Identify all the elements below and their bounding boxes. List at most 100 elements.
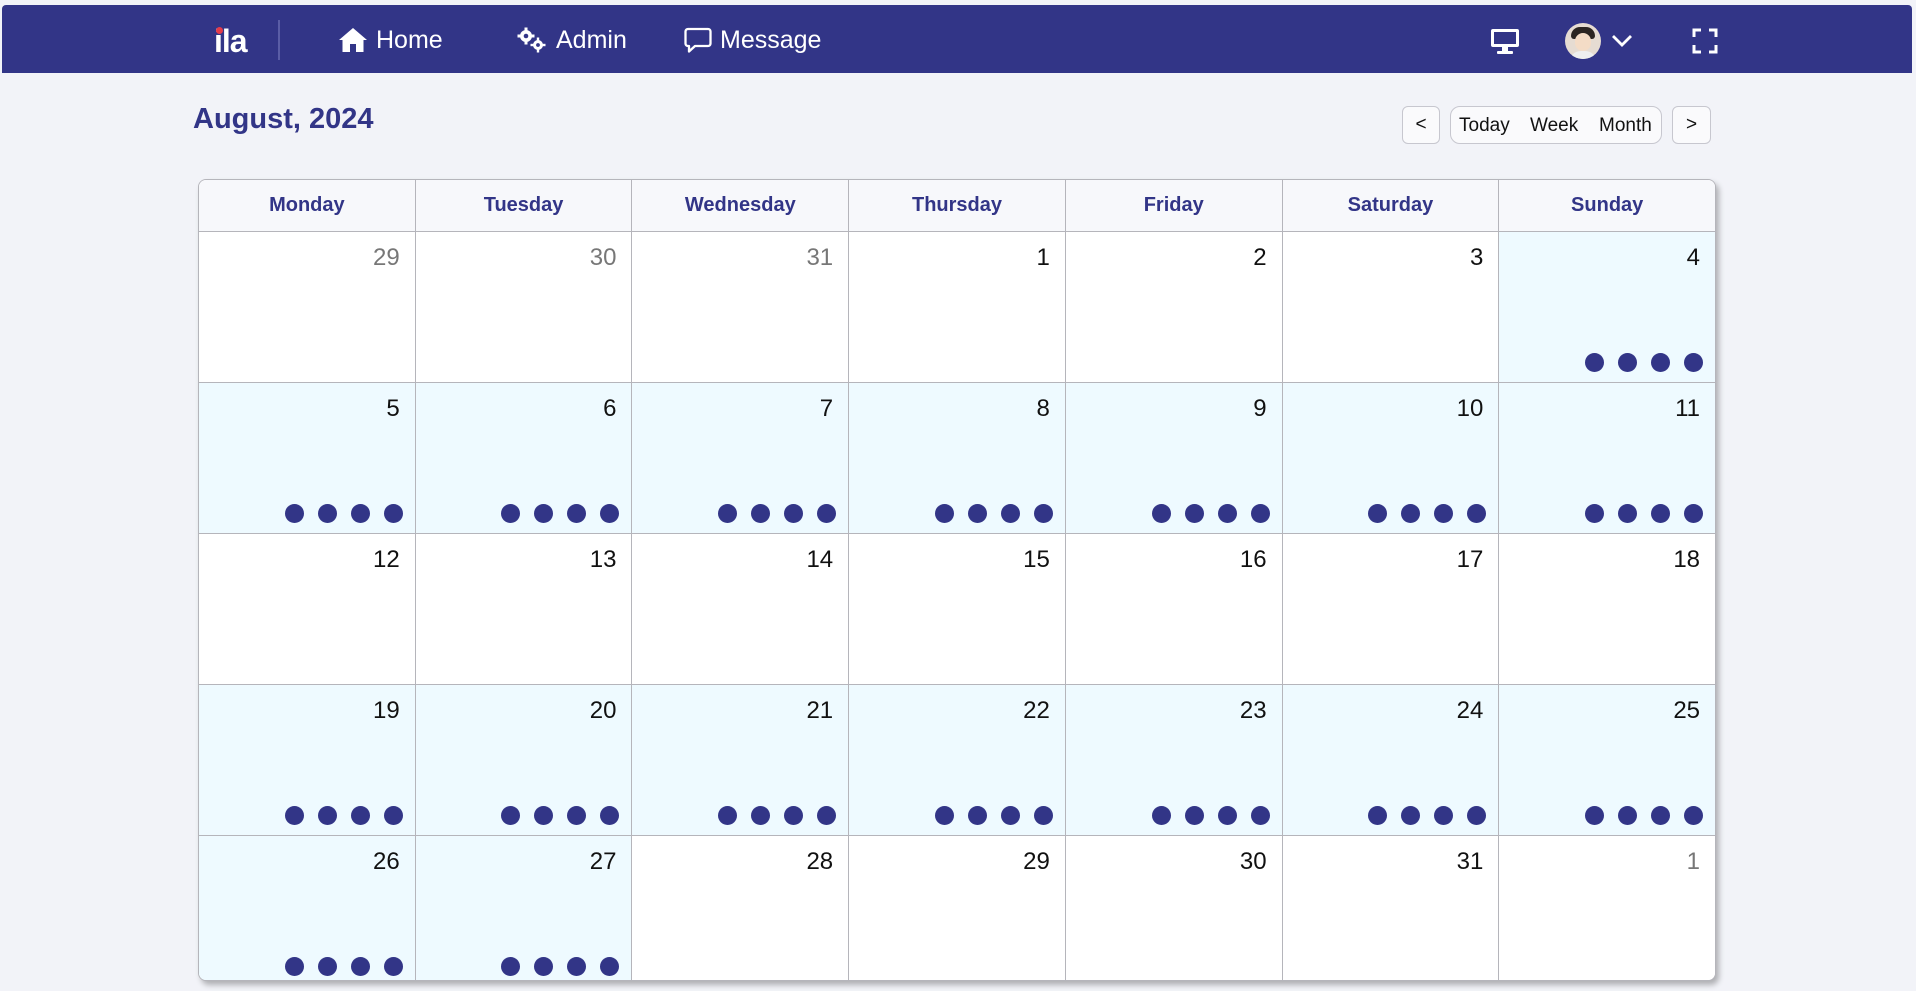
event-dot[interactable] [383,957,403,976]
day-cell[interactable]: 22 [849,685,1066,835]
event-dot[interactable] [934,504,954,523]
day-cell[interactable]: 17 [1282,534,1500,684]
event-dot[interactable] [1651,504,1671,523]
event-dot[interactable] [501,806,521,825]
event-dot[interactable] [1618,353,1638,372]
event-dot[interactable] [501,504,521,523]
day-cell[interactable]: 6 [415,383,633,533]
day-cell[interactable]: 1 [1499,836,1715,980]
day-cell[interactable]: 18 [1499,534,1715,684]
event-dot[interactable] [1585,806,1605,825]
event-dot[interactable] [1368,504,1388,523]
day-cell[interactable]: 19 [199,685,416,835]
fullscreen-button[interactable] [1692,23,1718,59]
event-dot[interactable] [967,504,987,523]
day-cell[interactable]: 2 [1065,232,1283,382]
nav-admin[interactable]: Admin [516,23,627,57]
event-dot[interactable] [1033,806,1053,825]
event-dot[interactable] [317,957,337,976]
month-view-button[interactable]: Month [1599,115,1652,137]
event-dot[interactable] [1434,504,1454,523]
day-cell[interactable]: 27 [415,836,633,980]
day-cell[interactable]: 9 [1065,383,1283,533]
event-dot[interactable] [934,806,954,825]
day-cell[interactable]: 16 [1065,534,1283,684]
day-cell[interactable]: 26 [199,836,416,980]
event-dot[interactable] [567,504,587,523]
event-dot[interactable] [1684,806,1704,825]
event-dot[interactable] [1467,504,1487,523]
desktop-button[interactable] [1489,23,1521,59]
next-button[interactable]: > [1672,106,1711,144]
event-dot[interactable] [600,957,620,976]
day-cell[interactable]: 15 [849,534,1066,684]
prev-button[interactable]: < [1402,106,1440,144]
event-dot[interactable] [1250,806,1270,825]
day-cell[interactable]: 23 [1065,685,1283,835]
event-dot[interactable] [567,957,587,976]
event-dot[interactable] [534,806,554,825]
day-cell[interactable]: 12 [199,534,416,684]
event-dot[interactable] [317,504,337,523]
event-dot[interactable] [501,957,521,976]
today-button[interactable]: Today [1459,115,1510,137]
event-dot[interactable] [1618,806,1638,825]
event-dot[interactable] [817,806,837,825]
event-dot[interactable] [1651,353,1671,372]
day-cell[interactable]: 21 [632,685,850,835]
event-dot[interactable] [718,806,738,825]
day-cell[interactable]: 24 [1282,685,1500,835]
event-dot[interactable] [784,504,804,523]
event-dot[interactable] [534,957,554,976]
week-view-button[interactable]: Week [1530,115,1578,137]
event-dot[interactable] [1217,806,1237,825]
event-dot[interactable] [1467,806,1487,825]
event-dot[interactable] [718,504,738,523]
event-dot[interactable] [1618,504,1638,523]
day-cell[interactable]: 11 [1499,383,1715,533]
event-dot[interactable] [1401,504,1421,523]
event-dot[interactable] [317,806,337,825]
nav-home[interactable]: Home [338,23,443,57]
day-cell[interactable]: 31 [632,232,850,382]
event-dot[interactable] [1250,504,1270,523]
event-dot[interactable] [284,504,304,523]
event-dot[interactable] [1368,806,1388,825]
event-dot[interactable] [1033,504,1053,523]
event-dot[interactable] [600,504,620,523]
nav-message[interactable]: Message [684,23,821,57]
day-cell[interactable]: 29 [199,232,416,382]
event-dot[interactable] [350,957,370,976]
event-dot[interactable] [1000,504,1020,523]
day-cell[interactable]: 7 [632,383,850,533]
event-dot[interactable] [1651,806,1671,825]
event-dot[interactable] [1585,353,1605,372]
event-dot[interactable] [1151,504,1171,523]
event-dot[interactable] [751,504,771,523]
event-dot[interactable] [1684,353,1704,372]
day-cell[interactable]: 25 [1499,685,1715,835]
day-cell[interactable]: 13 [415,534,633,684]
day-cell[interactable]: 10 [1282,383,1500,533]
event-dot[interactable] [1000,806,1020,825]
event-dot[interactable] [1184,806,1204,825]
event-dot[interactable] [817,504,837,523]
event-dot[interactable] [600,806,620,825]
app-logo[interactable]: ila [214,23,248,59]
event-dot[interactable] [567,806,587,825]
event-dot[interactable] [534,504,554,523]
event-dot[interactable] [1684,504,1704,523]
day-cell[interactable]: 14 [632,534,850,684]
event-dot[interactable] [1434,806,1454,825]
event-dot[interactable] [751,806,771,825]
day-cell[interactable]: 30 [1065,836,1283,980]
event-dot[interactable] [1151,806,1171,825]
event-dot[interactable] [383,806,403,825]
event-dot[interactable] [1184,504,1204,523]
event-dot[interactable] [1217,504,1237,523]
event-dot[interactable] [284,806,304,825]
event-dot[interactable] [967,806,987,825]
day-cell[interactable]: 3 [1282,232,1500,382]
user-menu[interactable] [1565,23,1633,59]
day-cell[interactable]: 20 [415,685,633,835]
